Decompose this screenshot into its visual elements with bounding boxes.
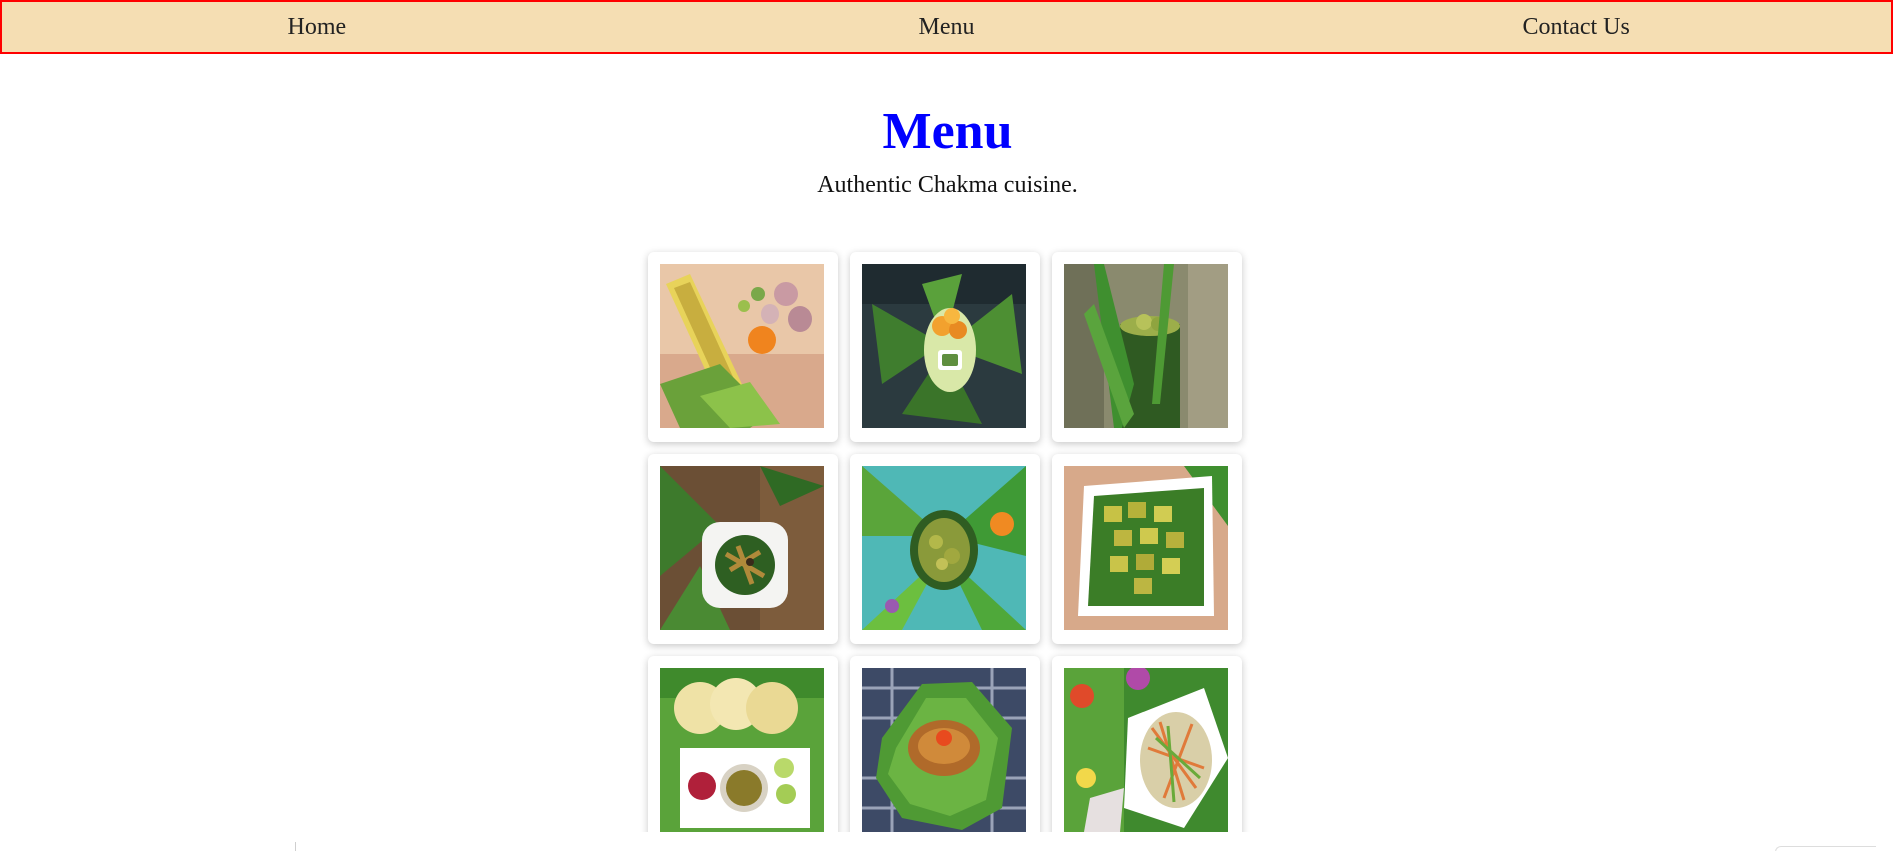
nav-home-link[interactable]: Home bbox=[2, 2, 632, 52]
corner-widget-edge bbox=[1775, 846, 1876, 851]
curry-on-banana-leaf-photo bbox=[862, 466, 1026, 630]
fried-bites-on-leaves-photo bbox=[862, 264, 1026, 428]
page-subtitle: Authentic Chakma cuisine. bbox=[817, 172, 1078, 198]
menu-card[interactable] bbox=[850, 252, 1040, 442]
menu-gallery bbox=[640, 240, 1260, 832]
fish-on-leaves-photo bbox=[862, 668, 1026, 832]
menu-card[interactable] bbox=[648, 454, 838, 644]
bamboo-shoot-spices-photo bbox=[660, 264, 824, 428]
page-title: Menu bbox=[882, 103, 1013, 160]
bottom-strip bbox=[0, 832, 1895, 851]
nav-menu-link[interactable]: Menu bbox=[632, 2, 1262, 52]
page: Home Menu Contact Us Menu Authentic Chak… bbox=[0, 0, 1895, 851]
menu-card[interactable] bbox=[1052, 454, 1242, 644]
menu-card[interactable] bbox=[1052, 656, 1242, 832]
tofu-cubes-bowl-photo bbox=[1064, 466, 1228, 630]
bamboo-tube-dish-photo bbox=[1064, 264, 1228, 428]
divider bbox=[295, 842, 296, 851]
nav-contact-link[interactable]: Contact Us bbox=[1261, 2, 1891, 52]
menu-card[interactable] bbox=[850, 454, 1040, 644]
bamboo-shoot-bowl-photo bbox=[660, 466, 824, 630]
noodle-salad-photo bbox=[1064, 668, 1228, 832]
menu-card[interactable] bbox=[1052, 252, 1242, 442]
papad-and-soup-photo bbox=[660, 668, 824, 832]
menu-card[interactable] bbox=[648, 656, 838, 832]
menu-card[interactable] bbox=[648, 252, 838, 442]
top-navbar: Home Menu Contact Us bbox=[0, 0, 1893, 54]
menu-card[interactable] bbox=[850, 656, 1040, 832]
